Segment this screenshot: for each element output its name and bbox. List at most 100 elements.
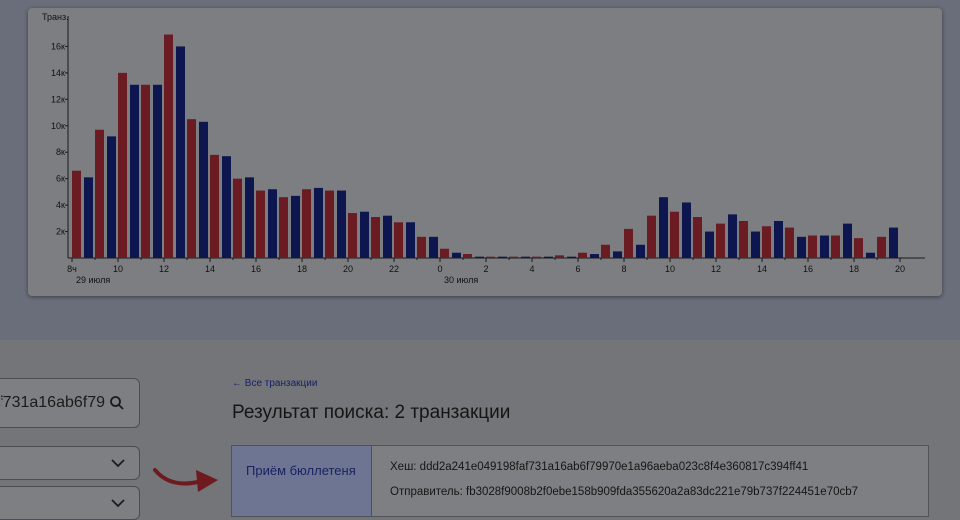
chart-bar [475, 256, 484, 258]
chart-bar [705, 231, 714, 258]
chart-bar [371, 217, 380, 258]
chart-bar [256, 190, 265, 258]
filter-dropdown-1[interactable] [0, 446, 140, 480]
chart-bar [279, 197, 288, 258]
chart-bar [797, 236, 806, 258]
transaction-hash: Хеш: ddd2a241e049198faf731a16ab6f79970e1… [390, 461, 809, 473]
chart-bar [176, 46, 185, 258]
chart-bar [578, 252, 587, 258]
chart-bar [636, 244, 645, 258]
chart-bar [716, 223, 725, 258]
chart-bar [544, 256, 553, 258]
chart-bar [843, 223, 852, 258]
chart-bar [302, 189, 311, 258]
x-tick-label: 12 [711, 264, 721, 274]
chevron-down-icon [111, 459, 125, 468]
search-input[interactable]: 8faf731a16ab6f79 [0, 378, 140, 428]
x-tick-label: 18 [849, 264, 859, 274]
x-tick-label: 12 [159, 264, 169, 274]
chart-bar [613, 251, 622, 258]
transaction-card[interactable]: Приём бюллетеня Хеш: ddd2a241e049198faf7… [231, 445, 929, 517]
chart-bar [785, 227, 794, 258]
chart-bar [889, 227, 898, 258]
y-tick-label: 6к [56, 174, 65, 184]
chart-bar [808, 235, 817, 258]
chart-bar [383, 215, 392, 258]
chart-bar [337, 190, 346, 258]
x-tick-label: 14 [757, 264, 767, 274]
x-tick-label: 16 [251, 264, 261, 274]
y-tick-label: 10к [51, 121, 65, 131]
chart-bar [509, 256, 518, 258]
back-to-all-transactions-link[interactable]: ← Все транзакции [232, 378, 317, 389]
chart-bar [567, 256, 576, 258]
chart-bar [210, 154, 219, 258]
x-tick-label: 22 [389, 264, 399, 274]
date-label: 29 июля [76, 275, 110, 285]
filter-dropdown-2[interactable] [0, 486, 140, 520]
chart-bar [854, 238, 863, 258]
x-tick-label: 8ч [67, 264, 77, 274]
chart-bar [72, 170, 81, 258]
chart-bar [820, 235, 829, 258]
chart-bar [199, 121, 208, 258]
date-label: 30 июля [444, 275, 478, 285]
chart-bar [463, 254, 472, 258]
chart-bar [325, 190, 334, 258]
chart-bar [555, 255, 564, 258]
chart-bar [670, 211, 679, 258]
chart-bar [659, 197, 668, 258]
y-axis-label: Транз. [42, 12, 69, 22]
chart-bar [291, 195, 300, 258]
x-tick-label: 18 [297, 264, 307, 274]
chart-bar [348, 213, 357, 258]
chart-bar [774, 220, 783, 258]
transaction-type-badge: Приём бюллетеня [232, 446, 372, 516]
chart-bar [866, 252, 875, 258]
search-icon[interactable] [109, 395, 125, 411]
chart-bar [624, 228, 633, 258]
chart-bar [233, 178, 242, 258]
chart-bar [164, 34, 173, 258]
chevron-down-icon [111, 499, 125, 508]
x-tick-label: 20 [343, 264, 353, 274]
search-input-value: 8faf731a16ab6f79 [1, 394, 105, 411]
x-tick-label: 16 [803, 264, 813, 274]
chart-bar [245, 177, 254, 258]
chart-bar [601, 244, 610, 258]
chart-bar [222, 156, 231, 258]
chart-bar [314, 187, 323, 258]
chart-bar [84, 177, 93, 258]
curved-arrow-icon [153, 468, 218, 492]
x-tick-label: 10 [113, 264, 123, 274]
chart-bar [647, 215, 656, 258]
chart-bar [429, 236, 438, 258]
chart-bar [877, 236, 886, 258]
y-tick-label: 12к [51, 94, 65, 104]
chart-bar [141, 84, 150, 259]
chart-bar [187, 119, 196, 259]
y-tick-label: 16к [51, 41, 65, 51]
chart-bar [486, 256, 495, 258]
chart-bar [521, 256, 530, 258]
x-tick-label: 14 [205, 264, 215, 274]
chart-bar [107, 136, 116, 258]
transaction-sender: Отправитель: fb3028f9008b2f0ebe158b909fd… [390, 486, 859, 498]
chart-bar [831, 235, 840, 258]
x-tick-label: 2 [483, 264, 488, 274]
chart-bar [417, 236, 426, 258]
x-tick-label: 4 [529, 264, 534, 274]
transactions-chart: Транз. 2к 4к 6к 8к 10к 12к 14к 16к 8ч 10 12 14 16 18 20… [28, 8, 942, 296]
chart-bar [751, 231, 760, 258]
x-tick-label: 20 [895, 264, 905, 274]
x-tick-label: 0 [437, 264, 442, 274]
chart-svg: Транз.2к4к6к8к10к12к14к16к8ч 10 12 14 16 18 20… [42, 12, 925, 285]
x-tick-label: 8 [621, 264, 626, 274]
chart-bar [452, 252, 461, 258]
chart-bar [739, 220, 748, 258]
chart-bar [693, 217, 702, 258]
x-tick-label: 10 [665, 264, 675, 274]
chart-bar [762, 226, 771, 258]
chart-bar [130, 84, 139, 259]
chart-bar [95, 129, 104, 258]
